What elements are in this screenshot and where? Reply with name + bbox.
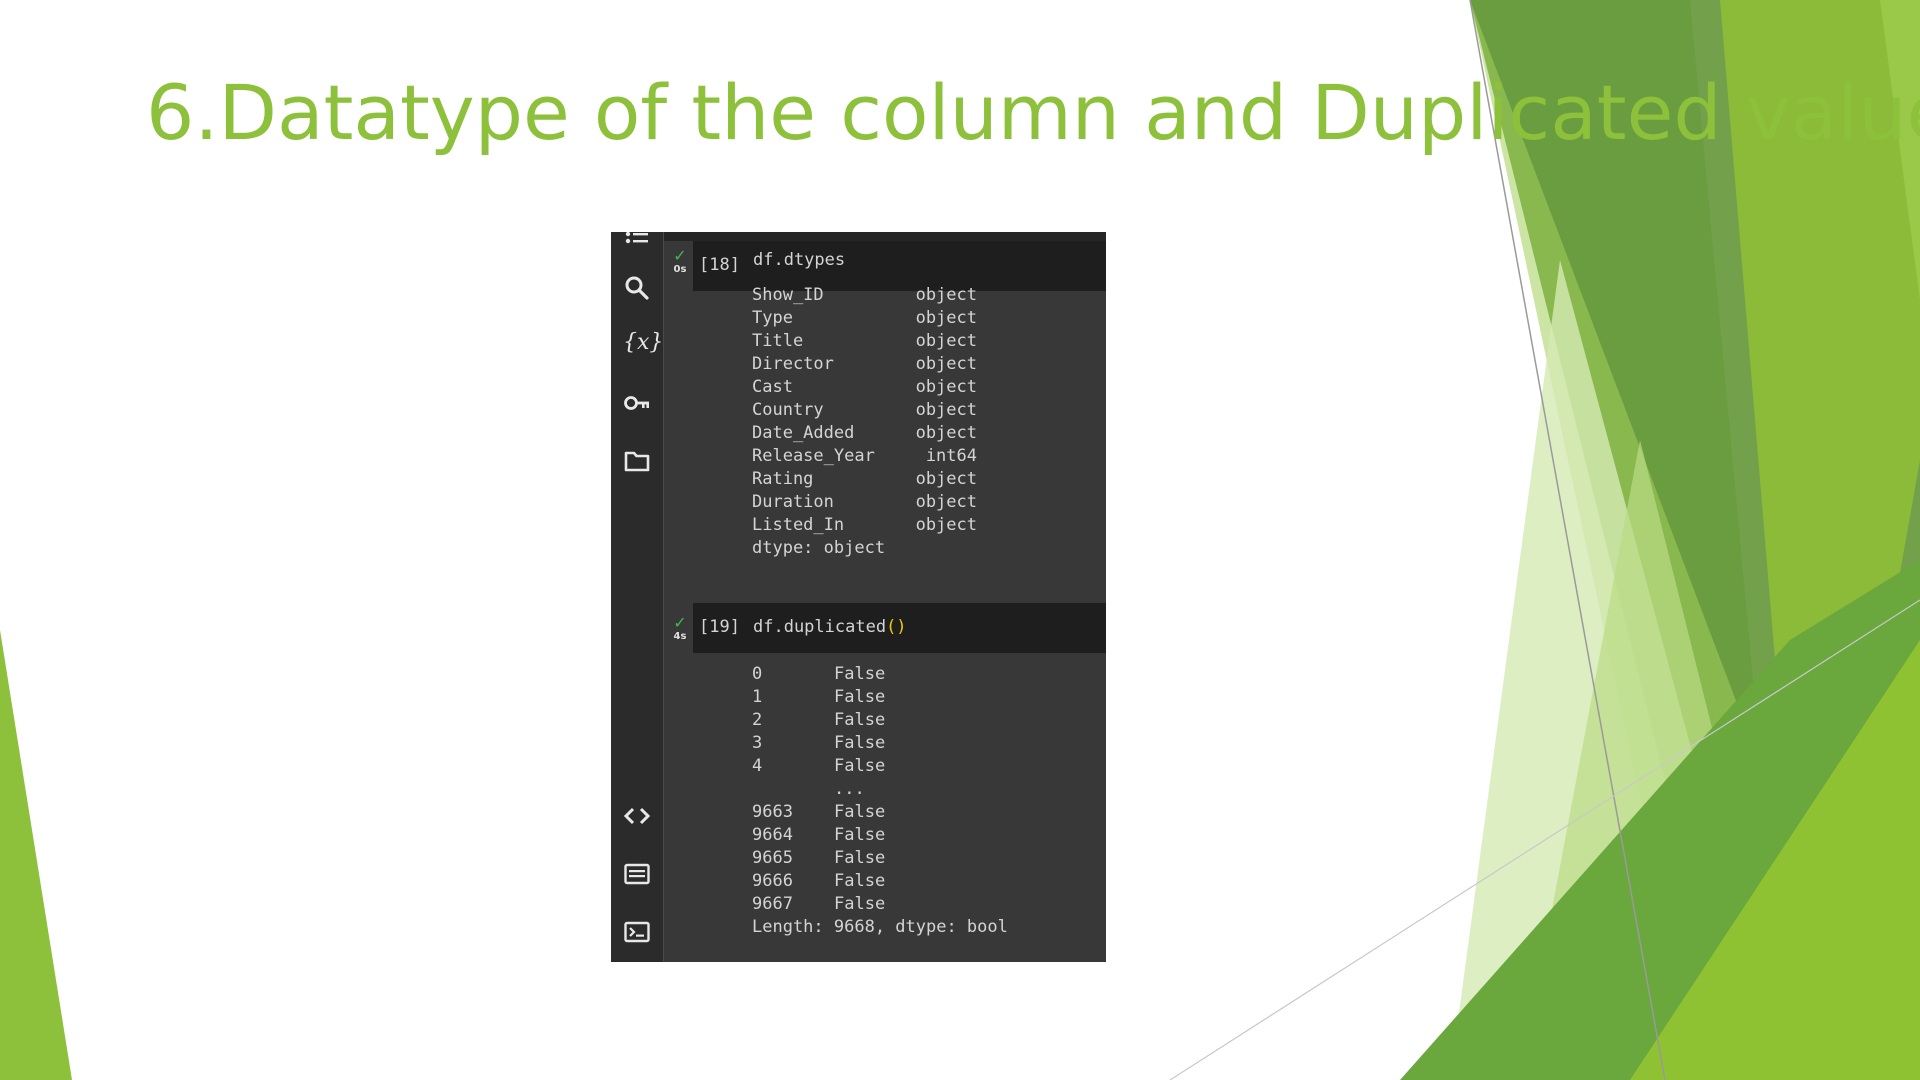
command-palette-icon[interactable] xyxy=(623,860,651,888)
output-key: Type xyxy=(752,308,793,328)
output-key: 9664 xyxy=(752,825,793,845)
cell-code[interactable]: df.dtypes xyxy=(753,250,845,270)
notebook-sidebar: {x} xyxy=(611,232,664,962)
output-value: object xyxy=(915,400,977,420)
output-row: Type object xyxy=(752,307,977,330)
output-row: Release_Year int64 xyxy=(752,445,977,468)
output-value: False xyxy=(834,710,886,730)
output-row: 9664 False xyxy=(752,824,1008,847)
output-row: 9663 False xyxy=(752,801,1008,824)
output-key: 2 xyxy=(752,710,763,730)
execution-time: 0s xyxy=(673,264,687,275)
output-row: Rating object xyxy=(752,468,977,491)
output-row: 9665 False xyxy=(752,847,1008,870)
output-row: Title object xyxy=(752,330,977,353)
output-value: object xyxy=(915,308,977,328)
output-row: 4 False xyxy=(752,755,1008,778)
output-footer: Length: 9668, dtype: bool xyxy=(752,917,1008,937)
output-row: Date_Added object xyxy=(752,422,977,445)
output-value: False xyxy=(834,894,886,914)
cell-run-status: ✓ 4s xyxy=(669,615,691,655)
code-parens: () xyxy=(886,617,907,637)
code-text: df.duplicated xyxy=(753,617,887,637)
output-key: Cast xyxy=(752,377,793,397)
output-key: 1 xyxy=(752,687,763,707)
output-key: Show_ID xyxy=(752,285,824,305)
output-value: object xyxy=(915,331,977,351)
cell-run-status: ✓ 0s xyxy=(669,248,691,288)
output-value: False xyxy=(834,825,886,845)
output-row: ... xyxy=(752,778,1008,801)
output-value: object xyxy=(915,492,977,512)
output-key: 9667 xyxy=(752,894,793,914)
output-value: False xyxy=(834,664,886,684)
output-key: Rating xyxy=(752,469,814,489)
output-value: False xyxy=(834,848,886,868)
output-value: False xyxy=(834,687,886,707)
output-row: 9666 False xyxy=(752,870,1008,893)
output-key: 9665 xyxy=(752,848,793,868)
cell-execution-count: [19] xyxy=(699,617,740,637)
output-value: ... xyxy=(834,779,865,799)
output-value: False xyxy=(834,802,886,822)
table-of-contents-icon[interactable] xyxy=(623,232,651,254)
output-row: 2 False xyxy=(752,709,1008,732)
output-key: 9663 xyxy=(752,802,793,822)
output-row: Show_ID object xyxy=(752,284,977,307)
output-key: Date_Added xyxy=(752,423,855,443)
output-value: object xyxy=(915,423,977,443)
cell-code[interactable]: df.duplicated() xyxy=(753,617,907,637)
output-value: object xyxy=(915,469,977,489)
terminal-icon[interactable] xyxy=(623,918,651,946)
output-row: Listed_In object xyxy=(752,514,977,537)
output-key: 4 xyxy=(752,756,763,776)
output-value: object xyxy=(915,354,977,374)
variables-icon[interactable]: {x} xyxy=(623,329,663,357)
output-row: Country object xyxy=(752,399,977,422)
output-key: Duration xyxy=(752,492,834,512)
output-value: int64 xyxy=(925,446,977,466)
cell-output: Show_ID object Type object Title object Direct… xyxy=(752,284,977,560)
output-value: False xyxy=(834,756,886,776)
slide-title: 6.Datatype of the column and Duplicated … xyxy=(146,68,1920,157)
success-check-icon: ✓ xyxy=(673,613,687,632)
output-key: Listed_In xyxy=(752,515,845,535)
output-row: Duration object xyxy=(752,491,977,514)
output-key: Country xyxy=(752,400,824,420)
output-row: Cast object xyxy=(752,376,977,399)
success-check-icon: ✓ xyxy=(673,246,687,265)
output-key: Director xyxy=(752,354,834,374)
output-key: 9666 xyxy=(752,871,793,891)
output-key: Release_Year xyxy=(752,446,875,466)
output-footer: dtype: object xyxy=(752,538,886,558)
output-value: False xyxy=(834,871,886,891)
output-row: 1 False xyxy=(752,686,1008,709)
output-value: object xyxy=(915,285,977,305)
output-value: object xyxy=(915,377,977,397)
execution-time: 4s xyxy=(673,631,687,642)
notebook-screenshot: {x} ✓ 0s [18] df.dtypes Show_ID object Typ… xyxy=(611,232,1106,962)
search-icon[interactable] xyxy=(623,274,651,302)
output-value: False xyxy=(834,733,886,753)
output-key: Title xyxy=(752,331,804,351)
output-row: Director object xyxy=(752,353,977,376)
output-row: 0 False xyxy=(752,663,1008,686)
cell-execution-count: [18] xyxy=(699,255,740,275)
cell-output: 0 False 1 False 2 False 3 False 4 False... 9663 Fal… xyxy=(752,663,1008,939)
folder-icon[interactable] xyxy=(623,447,651,475)
code-snippets-icon[interactable] xyxy=(623,802,651,830)
output-row: 9667 False xyxy=(752,893,1008,916)
output-key: 3 xyxy=(752,733,763,753)
output-value: object xyxy=(915,515,977,535)
secrets-key-icon[interactable] xyxy=(623,389,651,417)
output-row: 3 False xyxy=(752,732,1008,755)
output-key: 0 xyxy=(752,664,763,684)
toolbar-edge xyxy=(611,232,1106,241)
